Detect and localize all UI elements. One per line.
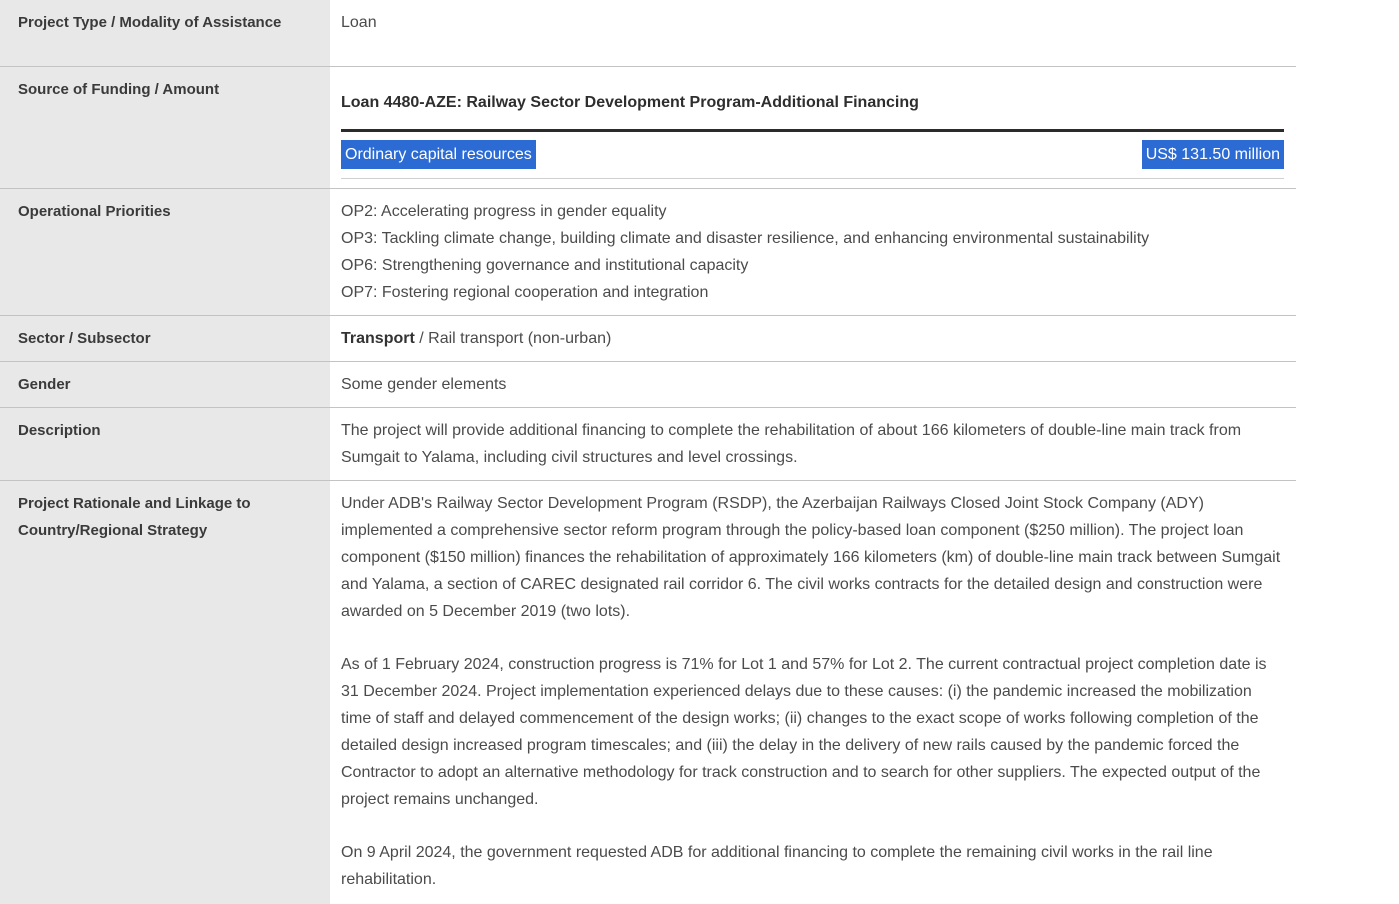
row-project-type: Project Type / Modality of Assistance Lo… xyxy=(0,0,1296,67)
rationale-paragraph: As of 1 February 2024, construction prog… xyxy=(341,651,1284,813)
operational-priority-item: OP6: Strengthening governance and instit… xyxy=(341,252,1284,279)
value-description: The project will provide additional fina… xyxy=(330,408,1296,480)
row-gender: Gender Some gender elements xyxy=(0,362,1296,408)
label-source-of-funding: Source of Funding / Amount xyxy=(0,67,330,188)
project-info-page: Project Type / Modality of Assistance Lo… xyxy=(0,0,1399,904)
funding-source-selected-text: Ordinary capital resources xyxy=(341,140,536,169)
row-operational-priorities: Operational Priorities OP2: Accelerating… xyxy=(0,189,1296,316)
sector-name: Transport xyxy=(341,330,415,347)
label-project-rationale: Project Rationale and Linkage to Country… xyxy=(0,481,330,904)
row-description: Description The project will provide add… xyxy=(0,408,1296,481)
value-gender: Some gender elements xyxy=(330,362,1296,407)
funding-loan-title: Loan 4480-AZE: Railway Sector Developmen… xyxy=(341,89,1284,132)
label-operational-priorities: Operational Priorities xyxy=(0,189,330,315)
rationale-paragraph: On 9 April 2024, the government requeste… xyxy=(341,839,1284,893)
value-project-rationale: Under ADB's Railway Sector Development P… xyxy=(330,481,1296,904)
funding-detail-row: Ordinary capital resources US$ 131.50 mi… xyxy=(341,132,1284,179)
row-sector-subsector: Sector / Subsector Transport / Rail tran… xyxy=(0,316,1296,362)
subsector-name: / Rail transport (non-urban) xyxy=(415,330,612,347)
label-sector-subsector: Sector / Subsector xyxy=(0,316,330,361)
row-project-rationale: Project Rationale and Linkage to Country… xyxy=(0,481,1296,904)
operational-priority-item: OP7: Fostering regional cooperation and … xyxy=(341,279,1284,306)
value-source-of-funding: Loan 4480-AZE: Railway Sector Developmen… xyxy=(330,67,1296,188)
operational-priority-item: OP3: Tackling climate change, building c… xyxy=(341,225,1284,252)
operational-priority-item: OP2: Accelerating progress in gender equ… xyxy=(341,198,1284,225)
row-source-of-funding: Source of Funding / Amount Loan 4480-AZE… xyxy=(0,67,1296,189)
funding-amount-selected-text: US$ 131.50 million xyxy=(1142,140,1284,169)
label-project-type: Project Type / Modality of Assistance xyxy=(0,0,330,66)
project-info-table: Project Type / Modality of Assistance Lo… xyxy=(0,0,1296,904)
value-operational-priorities: OP2: Accelerating progress in gender equ… xyxy=(330,189,1296,315)
value-sector-subsector: Transport / Rail transport (non-urban) xyxy=(330,316,1296,361)
rationale-paragraph: Under ADB's Railway Sector Development P… xyxy=(341,490,1284,625)
label-gender: Gender xyxy=(0,362,330,407)
label-description: Description xyxy=(0,408,330,480)
value-project-type: Loan xyxy=(330,0,1296,66)
